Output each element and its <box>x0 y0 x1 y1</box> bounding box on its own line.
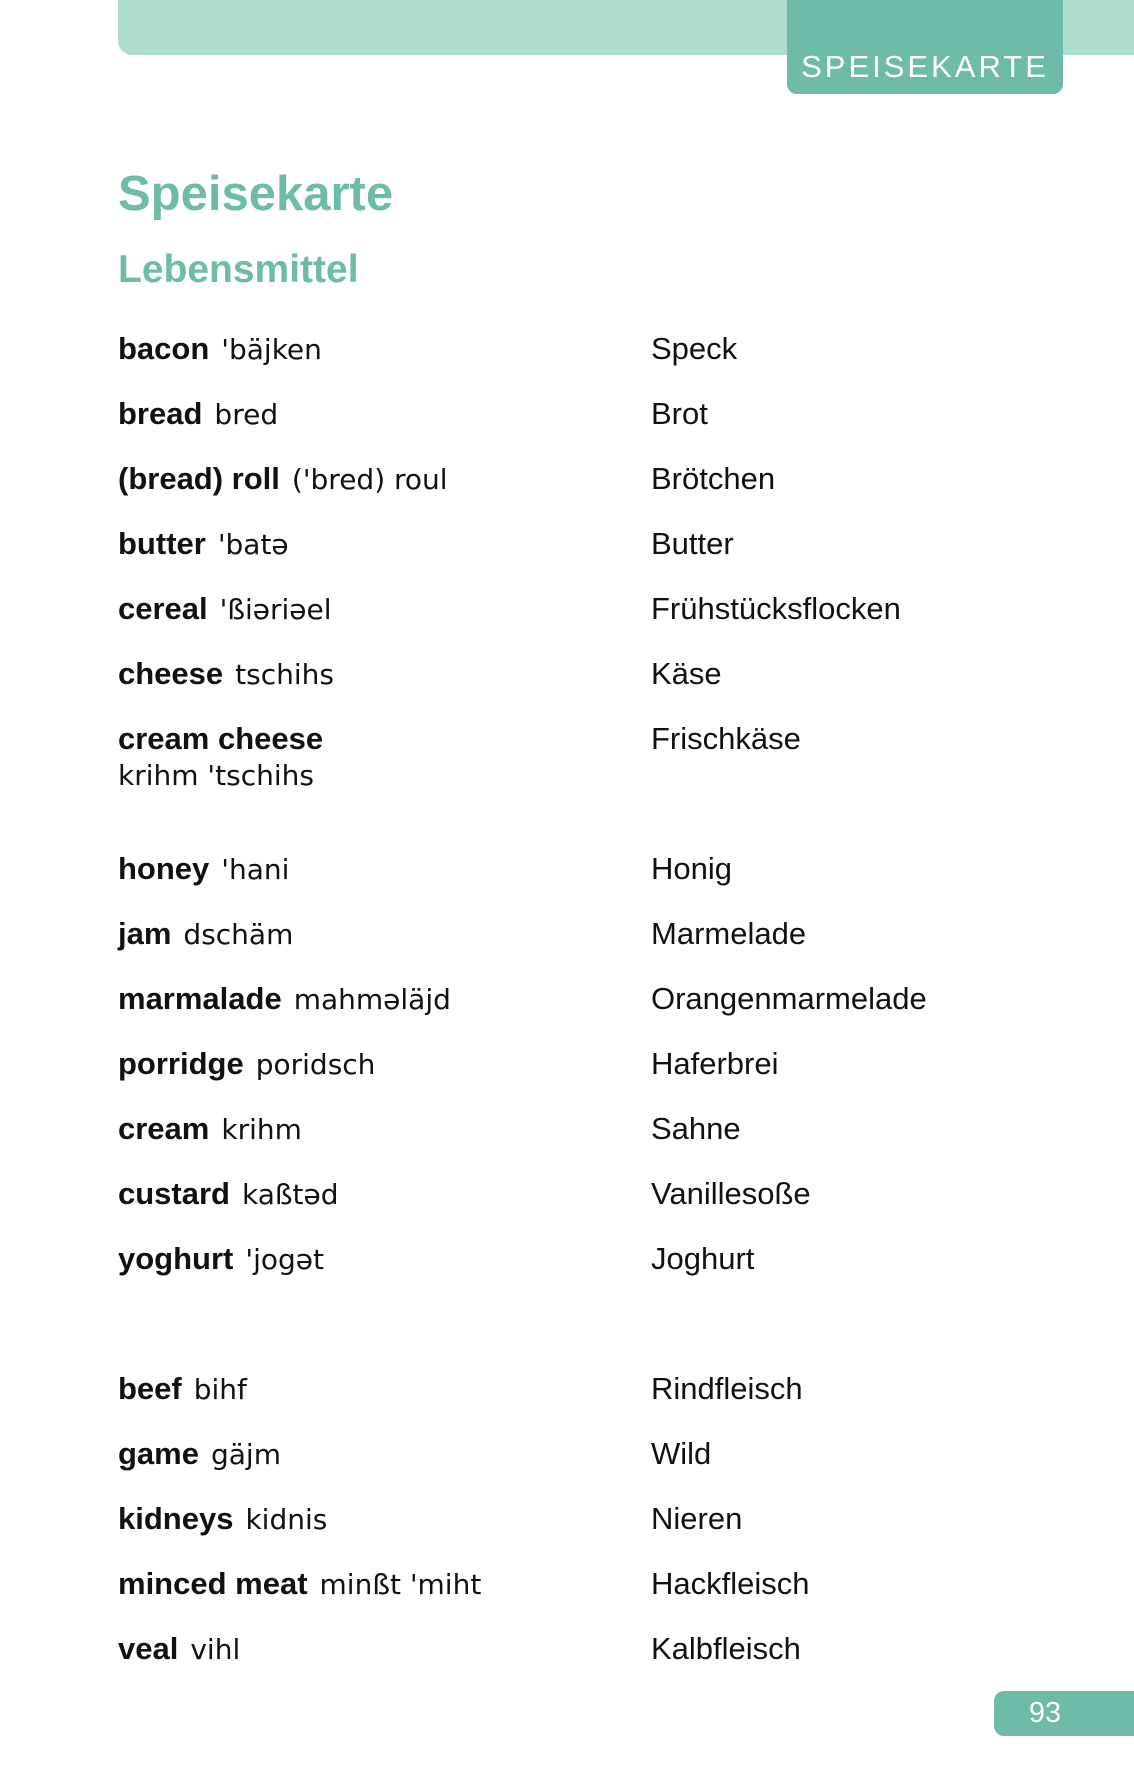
german-translation: Wild <box>651 1436 712 1471</box>
vocab-entry: cream cheese krihm 'tschihs Frischkäse <box>118 721 1098 801</box>
english-word: kidneys <box>118 1501 234 1536</box>
pronunciation: 'batə <box>217 528 289 561</box>
english-word: cereal <box>118 591 208 626</box>
vocab-entry: cheese tschihs Käse <box>118 656 1098 696</box>
vocab-entry: cereal 'ßiəriəel Frühstücksflocken <box>118 591 1098 631</box>
german-translation: Kalbfleisch <box>651 1631 801 1666</box>
pronunciation: bihf <box>193 1373 247 1406</box>
pronunciation: krihm 'tschihs <box>118 759 314 792</box>
pronunciation: dschäm <box>183 918 294 951</box>
english-word: cream <box>118 1111 210 1146</box>
german-translation: Frischkäse <box>651 721 801 756</box>
section-tab: SPEISEKARTE <box>787 0 1063 94</box>
german-translation: Nieren <box>651 1501 743 1536</box>
english-word: jam <box>118 916 172 951</box>
page-title: Speisekarte <box>118 167 394 221</box>
pronunciation: mahməläjd <box>293 983 451 1016</box>
german-translation: Haferbrei <box>651 1046 779 1081</box>
english-word: honey <box>118 851 210 886</box>
english-word: game <box>118 1436 199 1471</box>
pronunciation: krihm <box>221 1113 302 1146</box>
vocab-entry: butter 'batə Butter <box>118 526 1098 566</box>
english-word: butter <box>118 526 206 561</box>
vocab-entry: porridge poridsch Haferbrei <box>118 1046 1098 1086</box>
vocab-entry: marmalade mahməläjd Orangenmarmelade <box>118 981 1098 1021</box>
german-translation: Butter <box>651 526 734 561</box>
english-word: bacon <box>118 331 210 366</box>
pronunciation: 'bäjken <box>221 333 322 366</box>
pronunciation: minßt 'miht <box>319 1568 482 1601</box>
vocab-entry: bacon 'bäjken Speck <box>118 331 1098 371</box>
pronunciation: ('bred) roul <box>291 463 448 496</box>
english-word: (bread) roll <box>118 461 280 496</box>
vocab-entry: minced meat minßt 'miht Hackfleisch <box>118 1566 1098 1606</box>
pronunciation: vihl <box>190 1633 241 1666</box>
vocab-entry: veal vihl Kalbfleisch <box>118 1631 1098 1671</box>
english-word: custard <box>118 1176 230 1211</box>
vocab-entry: game gäjm Wild <box>118 1436 1098 1476</box>
pronunciation: 'hani <box>221 853 290 886</box>
pronunciation: bred <box>214 398 279 431</box>
pronunciation: kaßtəd <box>241 1178 339 1211</box>
vocab-entry: custard kaßtəd Vanillesoße <box>118 1176 1098 1216</box>
german-translation: Orangenmarmelade <box>651 981 927 1016</box>
english-word: beef <box>118 1371 182 1406</box>
vocab-entry: beef bihf Rindfleisch <box>118 1371 1098 1411</box>
english-word: yoghurt <box>118 1241 234 1276</box>
pronunciation: gäjm <box>210 1438 281 1471</box>
vocab-entry: yoghurt 'jogət Joghurt <box>118 1241 1098 1281</box>
pronunciation: 'jogət <box>245 1243 324 1276</box>
vocab-entry: honey 'hani Honig <box>118 851 1098 891</box>
german-translation: Brötchen <box>651 461 776 496</box>
pronunciation: 'ßiəriəel <box>219 593 332 626</box>
german-translation: Speck <box>651 331 738 366</box>
english-word: cream cheese <box>118 721 324 756</box>
english-word: cheese <box>118 656 224 691</box>
german-translation: Honig <box>651 851 732 886</box>
german-translation: Marmelade <box>651 916 807 951</box>
vocab-entry: bread bred Brot <box>118 396 1098 436</box>
german-translation: Käse <box>651 656 722 691</box>
english-word: bread <box>118 396 203 431</box>
vocab-entry: cream krihm Sahne <box>118 1111 1098 1151</box>
english-word: minced meat <box>118 1566 308 1601</box>
english-word: veal <box>118 1631 179 1666</box>
section-tab-label: SPEISEKARTE <box>801 49 1049 84</box>
german-translation: Brot <box>651 396 708 431</box>
pronunciation: tschihs <box>235 658 334 691</box>
page-number-badge: 93 <box>994 1691 1134 1736</box>
german-translation: Frühstücksflocken <box>651 591 901 626</box>
pronunciation: poridsch <box>255 1048 376 1081</box>
german-translation: Rindfleisch <box>651 1371 803 1406</box>
section-subtitle: Lebensmittel <box>118 248 359 291</box>
vocab-entry: kidneys kidnis Nieren <box>118 1501 1098 1541</box>
german-translation: Joghurt <box>651 1241 755 1276</box>
page-number: 93 <box>1028 1697 1062 1729</box>
german-translation: Hackfleisch <box>651 1566 810 1601</box>
english-word: marmalade <box>118 981 282 1016</box>
german-translation: Vanillesoße <box>651 1176 811 1211</box>
english-word: porridge <box>118 1046 244 1081</box>
vocab-entry: (bread) roll ('bred) roul Brötchen <box>118 461 1098 501</box>
vocab-entry: jam dschäm Marmelade <box>118 916 1098 956</box>
german-translation: Sahne <box>651 1111 741 1146</box>
pronunciation: kidnis <box>245 1503 328 1536</box>
